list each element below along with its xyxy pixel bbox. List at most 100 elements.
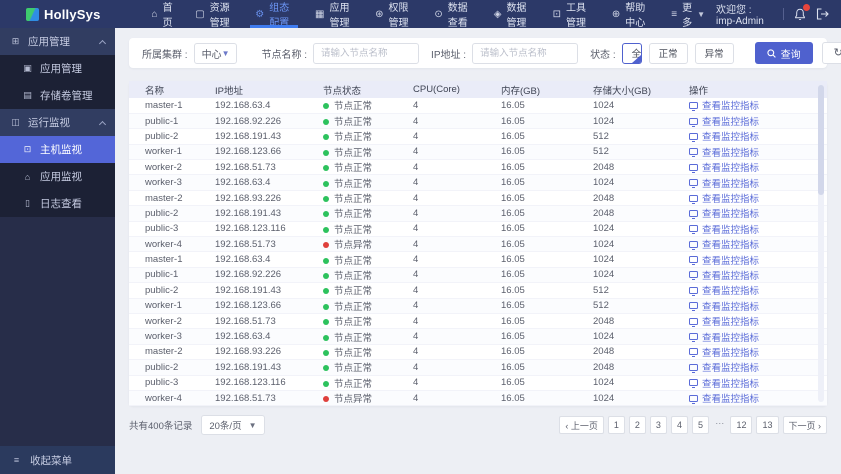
- cell-ip: 192.168.51.73: [215, 236, 323, 253]
- monitor-icon: [689, 148, 698, 158]
- page-button-12[interactable]: 12: [730, 416, 753, 435]
- status-dot-icon: [323, 242, 329, 249]
- status-error-button[interactable]: 异常: [694, 42, 734, 64]
- nav-item-help[interactable]: ⊕ 帮助中心: [601, 0, 660, 29]
- sidebar-item-app-manage[interactable]: ▣ 应用管理: [0, 55, 115, 82]
- cell-actions: 查看监控指标: [689, 390, 827, 407]
- view-metrics-link[interactable]: 查看监控指标: [689, 176, 759, 189]
- cell-memory: 16.05: [501, 128, 593, 145]
- refresh-icon: ↻: [833, 46, 841, 59]
- view-metrics-link[interactable]: 查看监控指标: [689, 129, 759, 143]
- table-row: worker-2 192.168.51.73 节点正常 4 16.05 2048…: [129, 313, 827, 330]
- view-metrics-link[interactable]: 查看监控指标: [689, 268, 759, 282]
- view-metrics-link[interactable]: 查看监控指标: [689, 145, 759, 159]
- cluster-select[interactable]: 中心 ▼: [193, 42, 238, 64]
- table-row: public-1 192.168.92.226 节点正常 4 16.05 102…: [129, 113, 827, 130]
- view-metrics-link[interactable]: 查看监控指标: [689, 222, 759, 235]
- nav-item-app[interactable]: ▦ 应用管理: [304, 0, 364, 29]
- status-dot-icon: [323, 149, 329, 156]
- page-button-4[interactable]: 4: [670, 416, 688, 435]
- cell-name: public-1: [129, 113, 215, 130]
- top-navbar: HollySys ⌂ 首页 ▢ 资源管理 ⚙ 组态配置 ▦ 应用管理 ⊛ 权限管…: [0, 0, 841, 29]
- view-metrics-link[interactable]: 查看监控指标: [689, 114, 759, 128]
- sidebar-item-app-monitor[interactable]: ⌂ 应用监视: [0, 163, 115, 190]
- view-metrics-link[interactable]: 查看监控指标: [689, 253, 759, 266]
- sidebar-item-log-view[interactable]: ▯ 日志查看: [0, 190, 115, 217]
- nav-item-data-view[interactable]: ⊙ 数据查看: [423, 0, 482, 29]
- reset-button[interactable]: ↻ 重置: [821, 42, 841, 64]
- cell-storage: 1024: [593, 251, 689, 268]
- view-metrics-link[interactable]: 查看监控指标: [689, 206, 759, 220]
- node-name-label: 节点名称 :: [261, 49, 308, 61]
- nav-item-resource[interactable]: ▢ 资源管理: [184, 0, 244, 29]
- monitor-icon: [689, 333, 698, 343]
- nav-item-permission[interactable]: ⊛ 权限管理: [364, 0, 423, 29]
- sidebar-item-app-group[interactable]: ⊞ 应用管理: [0, 28, 115, 55]
- cell-storage: 2048: [593, 313, 689, 330]
- view-metrics-link[interactable]: 查看监控指标: [689, 299, 759, 312]
- table-row: public-2 192.168.191.43 节点正常 4 16.05 512…: [129, 282, 827, 299]
- node-name-input[interactable]: [313, 42, 420, 64]
- cell-cpu: 4: [413, 251, 501, 268]
- cell-cpu: 4: [413, 344, 501, 361]
- cell-status: 节点正常: [323, 98, 413, 114]
- table-row: public-1 192.168.92.226 节点正常 4 16.05 102…: [129, 267, 827, 284]
- sidebar-item-monitor-group[interactable]: ◫ 运行监视: [0, 109, 115, 136]
- cell-actions: 查看监控指标: [689, 174, 827, 191]
- view-metrics-link[interactable]: 查看监控指标: [689, 160, 759, 174]
- table-footer: 共有400条记录 20条/页 ▼ ‹ 上一页 1 2 3 4 5… 12 13 下一页 ›: [129, 415, 827, 436]
- view-metrics-link[interactable]: 查看监控指标: [689, 345, 759, 359]
- status-badge: 节点正常: [334, 363, 373, 375]
- prev-page-button[interactable]: ‹ 上一页: [559, 416, 604, 435]
- table-scrollbar[interactable]: [818, 85, 824, 403]
- nav-item-config[interactable]: ⚙ 组态配置: [244, 0, 304, 29]
- view-metrics-link[interactable]: 查看监控指标: [689, 314, 759, 328]
- page-button-13[interactable]: 13: [756, 416, 779, 435]
- status-normal-button[interactable]: 正常: [648, 42, 688, 64]
- sidebar-item-host-monitor[interactable]: ⊡ 主机监视: [0, 136, 115, 163]
- cell-cpu: 4: [413, 236, 501, 253]
- collapse-icon: ≡: [13, 455, 20, 465]
- view-metrics-link[interactable]: 查看监控指标: [689, 330, 759, 343]
- app-window-icon: ▣: [23, 63, 32, 73]
- cell-ip: 192.168.191.43: [215, 128, 323, 145]
- view-metrics-link[interactable]: 查看监控指标: [689, 98, 759, 112]
- status-badge: 节点正常: [334, 270, 373, 282]
- scrollbar-thumb[interactable]: [818, 85, 824, 195]
- page-size-select[interactable]: 20条/页 ▼: [201, 415, 265, 436]
- collapse-menu-button[interactable]: ≡ 收起菜单: [0, 446, 115, 474]
- view-metrics-link[interactable]: 查看监控指标: [689, 391, 759, 405]
- page-button-5[interactable]: 5: [691, 416, 709, 435]
- logout-icon[interactable]: [816, 8, 829, 20]
- nav-item-more[interactable]: ≡ 更多 ▼: [660, 0, 716, 29]
- next-page-button[interactable]: 下一页 ›: [782, 416, 827, 435]
- notification-bell-icon[interactable]: [794, 3, 810, 21]
- divider: [783, 8, 784, 20]
- page-button-1[interactable]: 1: [607, 416, 625, 435]
- page-button-2[interactable]: 2: [628, 416, 646, 435]
- status-all-button[interactable]: 全部状态: [621, 42, 642, 64]
- cell-storage: 512: [593, 144, 689, 161]
- ip-input[interactable]: [472, 42, 579, 64]
- nav-item-data-manage[interactable]: ◈ 数据管理: [483, 0, 542, 29]
- table-row: master-1 192.168.63.4 节点正常 4 16.05 1024 …: [129, 98, 827, 114]
- cell-actions: 查看监控指标: [689, 282, 827, 299]
- view-metrics-link[interactable]: 查看监控指标: [689, 191, 759, 205]
- cell-actions: 查看监控指标: [689, 236, 827, 253]
- cell-cpu: 4: [413, 390, 501, 407]
- cell-status: 节点正常: [323, 144, 413, 161]
- nav-item-home[interactable]: ⌂ 首页: [141, 0, 185, 29]
- search-button[interactable]: 查询: [754, 42, 813, 64]
- cell-actions: 查看监控指标: [689, 328, 827, 345]
- view-metrics-link[interactable]: 查看监控指标: [689, 283, 759, 297]
- view-metrics-link[interactable]: 查看监控指标: [689, 237, 759, 251]
- node-table: 名称 IP地址 节点状态 CPU(Core) 内存(GB) 存储大小(GB) 操…: [129, 81, 827, 407]
- cell-name: public-2: [129, 128, 215, 145]
- cell-status: 节点异常: [323, 236, 413, 253]
- page-button-3[interactable]: 3: [649, 416, 667, 435]
- sidebar-item-storage-volume[interactable]: ▤ 存储卷管理: [0, 82, 115, 109]
- view-metrics-link[interactable]: 查看监控指标: [689, 376, 759, 389]
- nav-item-tools[interactable]: ⊡ 工具管理: [542, 0, 601, 29]
- view-metrics-link[interactable]: 查看监控指标: [689, 360, 759, 374]
- cell-name: public-2: [129, 205, 215, 222]
